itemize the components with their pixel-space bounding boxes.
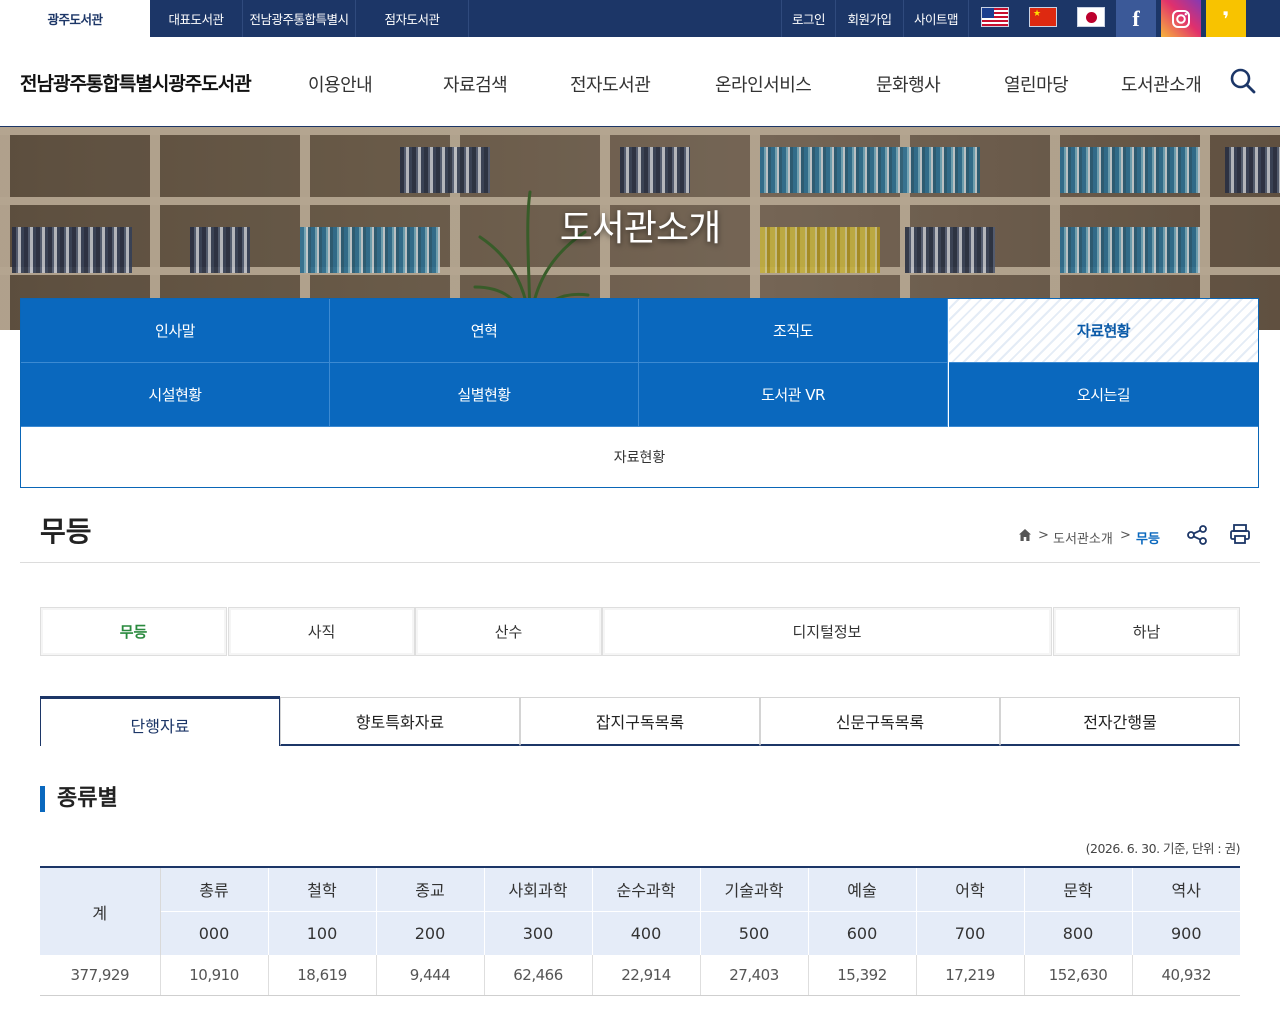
category-header: 총류 <box>160 867 269 911</box>
us-flag-icon[interactable] <box>981 7 1009 27</box>
code-header: 000 <box>160 910 269 955</box>
share-icon[interactable] <box>1186 524 1208 546</box>
japan-flag-icon[interactable] <box>1077 7 1105 27</box>
category-header: 역사 <box>1132 867 1240 911</box>
type-tab-monographs[interactable]: 단행자료 <box>40 696 280 746</box>
site-tab-special-city[interactable]: 전남광주통합특별시 <box>243 0 356 37</box>
category-header: 어학 <box>916 867 1025 911</box>
submenu-directions[interactable]: 오시는길 <box>949 363 1258 427</box>
kakaostory-icon[interactable]: ❜ <box>1206 0 1246 37</box>
category-header: 종교 <box>376 867 485 911</box>
nav-search[interactable]: 자료검색 <box>443 71 508 97</box>
breadcrumb-library-intro[interactable]: 도서관소개 <box>1053 528 1113 547</box>
value-cell: 9,444 <box>376 955 485 996</box>
category-header: 기술과학 <box>700 867 809 911</box>
nav-guide[interactable]: 이용안내 <box>308 71 373 97</box>
value-cell: 17,219 <box>916 955 1025 996</box>
site-tab-gwangju[interactable]: 광주도서관 <box>0 0 150 37</box>
breadcrumb-separator: > <box>1038 528 1049 543</box>
submenu-history[interactable]: 연혁 <box>330 299 639 363</box>
nav-open-forum[interactable]: 열린마당 <box>1004 71 1069 97</box>
sitemap-link[interactable]: 사이트맵 <box>903 0 969 37</box>
branch-tab-mudeung[interactable]: 무등 <box>40 607 227 656</box>
value-cell: 18,619 <box>268 955 377 996</box>
section-title: 종류별 <box>40 786 118 812</box>
code-header: 400 <box>592 910 701 955</box>
code-header: 800 <box>1024 910 1133 955</box>
code-header: 300 <box>484 910 593 955</box>
breadcrumb-separator: > <box>1120 528 1131 543</box>
sub-menu: 인사말 연혁 조직도 자료현황 시설현황 실별현황 도서관 VR 오시는길 자료… <box>20 298 1259 488</box>
type-tab-newspapers[interactable]: 신문구독목록 <box>760 697 1000 746</box>
print-icon[interactable] <box>1229 523 1251 545</box>
category-header: 예술 <box>808 867 917 911</box>
code-header: 500 <box>700 910 809 955</box>
branch-tab-sajik[interactable]: 사직 <box>228 607 415 656</box>
nav-online-services[interactable]: 온라인서비스 <box>715 71 812 97</box>
facebook-icon[interactable]: f <box>1116 0 1156 37</box>
china-flag-icon[interactable] <box>1029 7 1057 27</box>
value-cell: 40,932 <box>1132 955 1240 996</box>
code-header: 100 <box>268 910 377 955</box>
code-header: 900 <box>1132 910 1240 955</box>
value-cell: 152,630 <box>1024 955 1133 996</box>
title-divider <box>20 562 1260 563</box>
value-cell: 15,392 <box>808 955 917 996</box>
header: 전남광주통합특별시광주도서관 이용안내 자료검색 전자도서관 온라인서비스 문화… <box>0 37 1280 127</box>
submenu-current-label[interactable]: 자료현황 <box>21 427 1258 487</box>
breadcrumb-current: 무등 <box>1136 532 1160 547</box>
value-cell: 27,403 <box>700 955 809 996</box>
branch-tab-hanam[interactable]: 하남 <box>1053 607 1240 656</box>
submenu-greeting[interactable]: 인사말 <box>21 299 330 363</box>
submenu-rooms[interactable]: 실별현황 <box>330 363 639 427</box>
code-header: 200 <box>376 910 485 955</box>
nav-cultural-events[interactable]: 문화행사 <box>876 71 941 97</box>
hero-title: 도서관소개 <box>559 208 722 249</box>
instagram-icon[interactable] <box>1161 0 1201 37</box>
table-row: 377,929 10,910 18,619 9,444 62,466 22,91… <box>40 955 1240 996</box>
submenu-library-vr[interactable]: 도서관 VR <box>639 363 948 427</box>
submenu-organization[interactable]: 조직도 <box>639 299 948 363</box>
collection-stats-table: 계 총류 철학 종교 사회과학 순수과학 기술과학 예술 어학 문학 역사 00… <box>40 866 1240 996</box>
category-header: 문학 <box>1024 867 1133 911</box>
code-header: 600 <box>808 910 917 955</box>
total-header: 계 <box>40 867 161 955</box>
submenu-facilities[interactable]: 시설현황 <box>21 363 330 427</box>
nav-library-intro[interactable]: 도서관소개 <box>1121 71 1202 97</box>
nav-e-library[interactable]: 전자도서관 <box>570 71 651 97</box>
code-header: 700 <box>916 910 1025 955</box>
search-icon[interactable] <box>1229 67 1257 95</box>
value-cell: 10,910 <box>160 955 269 996</box>
login-link[interactable]: 로그인 <box>781 0 835 37</box>
signup-link[interactable]: 회원가입 <box>835 0 903 37</box>
site-logo[interactable]: 전남광주통합특별시광주도서관 <box>20 69 252 96</box>
table-note: (2026. 6. 30. 기준, 단위 : 권) <box>1085 841 1241 856</box>
site-tab-main[interactable]: 대표도서관 <box>150 0 243 37</box>
site-tab-braille[interactable]: 점자도서관 <box>356 0 469 37</box>
value-cell: 62,466 <box>484 955 593 996</box>
table-code-row: 000 100 200 300 400 500 600 700 800 900 <box>40 910 1240 955</box>
category-header: 철학 <box>268 867 377 911</box>
branch-tab-sansu[interactable]: 산수 <box>415 607 602 656</box>
category-header: 순수과학 <box>592 867 701 911</box>
type-tab-e-publications[interactable]: 전자간행물 <box>1000 697 1240 746</box>
branch-tab-digital-info[interactable]: 디지털정보 <box>602 607 1052 656</box>
category-header: 사회과학 <box>484 867 593 911</box>
table-header-row: 계 총류 철학 종교 사회과학 순수과학 기술과학 예술 어학 문학 역사 <box>40 867 1240 955</box>
value-cell: 22,914 <box>592 955 701 996</box>
page-title: 무등 <box>40 515 92 548</box>
submenu-collection-status[interactable]: 자료현황 <box>949 299 1258 363</box>
type-tab-local-materials[interactable]: 향토특화자료 <box>280 697 520 746</box>
home-icon[interactable] <box>1018 528 1032 542</box>
total-cell: 377,929 <box>40 955 161 996</box>
type-tab-magazines[interactable]: 잡지구독목록 <box>520 697 760 746</box>
top-bar: 광주도서관 대표도서관 전남광주통합특별시 점자도서관 로그인 회원가입 사이트… <box>0 0 1280 37</box>
